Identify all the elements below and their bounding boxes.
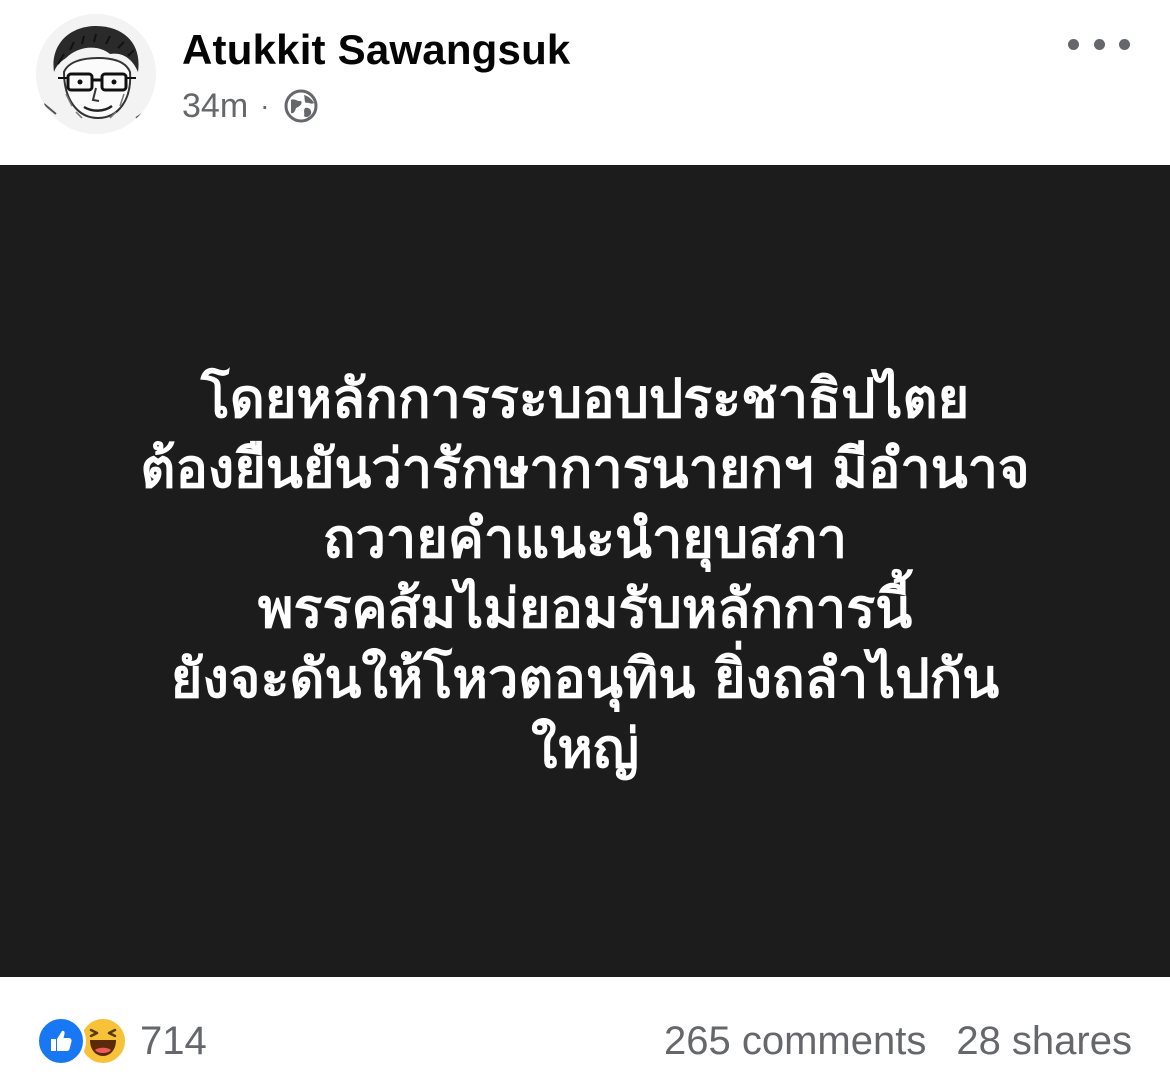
shares-count-link[interactable]: 28 shares [956, 1019, 1132, 1064]
author-name[interactable]: Atukkit Sawangsuk [182, 26, 571, 74]
more-dot [1093, 38, 1105, 50]
reactions-summary[interactable]: 714 [36, 1015, 207, 1067]
more-dot [1119, 38, 1130, 50]
more-dot [1068, 38, 1079, 50]
avatar-sketch-portrait [36, 14, 156, 134]
more-options-icon[interactable] [1068, 26, 1130, 62]
image-text-line: พรรคส้มไม่ยอมรับหลักการนี้ [257, 577, 913, 640]
reaction-count: 714 [140, 1019, 207, 1063]
image-text-line: ต้องยืนยันว่ารักษาการนายกฯ มีอำนาจ [140, 437, 1030, 500]
engagement-stats: 265 comments 28 shares [664, 1015, 1132, 1067]
post-meta: 34m · [182, 84, 319, 128]
globe-icon[interactable] [283, 88, 319, 124]
image-text-line: ใหญ่ [531, 717, 639, 780]
meta-separator: · [260, 90, 270, 121]
post-header: Atukkit Sawangsuk 34m · [0, 0, 1170, 165]
author-avatar[interactable] [36, 14, 156, 134]
image-text-line: โดยหลักการระบอบประชาธิปไตย [200, 367, 970, 430]
image-text-line: ยังจะดันให้โหวตอนุทิน ยิ่งถลำไปกัน [170, 647, 1000, 710]
image-text-block: โดยหลักการระบอบประชาธิปไตย ต้องยืนยันว่า… [35, 364, 1135, 784]
post-footer: 714 265 comments 28 shares [0, 977, 1170, 1088]
image-text-line: ถวายคำแนะนำยุบสภา [322, 507, 848, 570]
post-image[interactable]: โดยหลักการระบอบประชาธิปไตย ต้องยืนยันว่า… [0, 165, 1170, 977]
like-icon [36, 1016, 86, 1066]
post-timestamp[interactable]: 34m [182, 87, 248, 126]
comments-count-link[interactable]: 265 comments [664, 1019, 926, 1064]
